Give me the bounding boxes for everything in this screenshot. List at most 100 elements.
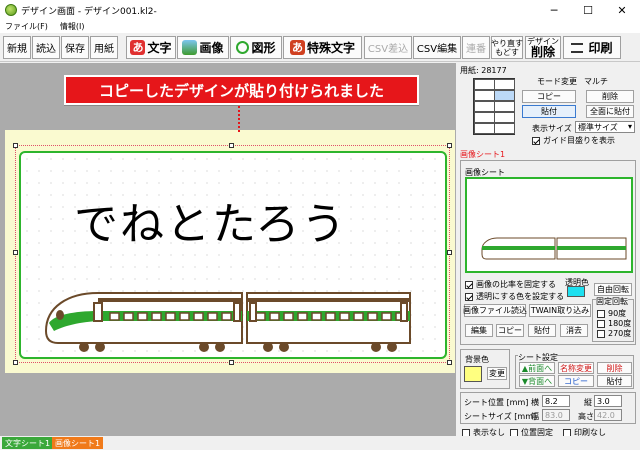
delete-sheet-button[interactable]: 削除 — [597, 362, 632, 374]
copy-sheet-button[interactable]: コピー — [558, 375, 594, 387]
resize-handle[interactable] — [447, 143, 452, 148]
menu-info[interactable]: 情報(I) — [60, 21, 85, 32]
menu-file[interactable]: ファイル(F) — [5, 21, 48, 32]
width-field[interactable]: 83.0 — [542, 409, 570, 421]
send-back-button[interactable]: ▼背面へ — [519, 375, 555, 387]
grid-cell[interactable] — [474, 90, 495, 101]
image-button[interactable]: 画像 — [177, 36, 229, 59]
train-preview — [481, 237, 627, 260]
grid-cell[interactable] — [494, 101, 515, 112]
delete-design-button[interactable]: デザイン 削除 — [525, 36, 561, 59]
show-guide-checkbox[interactable]: ガイド目盛りを表示 — [532, 135, 615, 146]
transparent-label: 透明にする色を設定する — [476, 292, 565, 301]
checkbox[interactable] — [597, 319, 605, 328]
sheet-tab-bar: 文字シート1 画像シート1 — [0, 436, 640, 450]
y-field[interactable]: 3.0 — [594, 395, 622, 407]
window-title: デザイン画面 - デザイン001.kl2- — [21, 6, 157, 17]
paste-image-button[interactable]: 貼付 — [528, 324, 556, 337]
fixed-rotate-label: 固定回転 — [596, 296, 628, 307]
resize-handle[interactable] — [447, 360, 452, 365]
special-text-icon: あ — [289, 40, 305, 55]
redo-undo-button[interactable]: やり直す もどす — [491, 36, 523, 59]
grid-cell[interactable] — [494, 79, 515, 90]
load-image-file-button[interactable]: 画像ファイル読込 — [463, 304, 527, 317]
resize-handle[interactable] — [13, 143, 18, 148]
layout-grid[interactable] — [473, 78, 515, 135]
resize-handle[interactable] — [447, 250, 452, 255]
paste-all-button[interactable]: 全面に貼付 — [586, 105, 634, 118]
grid-cell[interactable] — [474, 101, 495, 112]
text-button-label: 文字 — [147, 41, 172, 55]
twain-import-button[interactable]: TWAIN取り込み — [529, 304, 591, 317]
fix-ratio-checkbox[interactable]: 画像の比率を固定する — [465, 279, 556, 290]
paste-sheet-button[interactable]: 貼付 — [597, 375, 632, 387]
copy-button[interactable]: コピー — [522, 90, 576, 103]
checkbox-checked[interactable] — [465, 292, 473, 301]
bg-color-swatch[interactable] — [464, 366, 482, 382]
sheet-title: 画像シート1 — [460, 150, 506, 159]
open-button[interactable]: 読込 — [32, 36, 60, 59]
undo-label[interactable]: もどす — [495, 48, 519, 57]
grid-cell[interactable] — [474, 79, 495, 90]
csv-insert-button[interactable]: CSV差込 — [364, 36, 412, 59]
checkbox-checked[interactable] — [532, 136, 540, 145]
rotate-270-label: 270度 — [608, 329, 632, 338]
checkbox[interactable] — [597, 309, 605, 318]
app-icon — [5, 4, 17, 16]
new-button[interactable]: 新規 — [3, 36, 31, 59]
transparent-color-swatch[interactable] — [567, 286, 585, 297]
checkbox[interactable] — [597, 329, 605, 338]
resize-handle[interactable] — [13, 250, 18, 255]
edit-button[interactable]: 編集 — [465, 324, 493, 337]
toolbar: 新規 読込 保存 用紙 あ文字 画像 図形 あ特殊文字 CSV差込 CSV編集 … — [0, 33, 640, 62]
x-label: 横 — [531, 398, 539, 407]
change-bg-color-button[interactable]: 変更 — [487, 367, 507, 380]
erase-image-button[interactable]: 消去 — [560, 324, 588, 337]
close-button[interactable]: ✕ — [605, 0, 639, 20]
rotate-180-label: 180度 — [608, 319, 632, 328]
delete-button[interactable]: 削除 — [586, 90, 634, 103]
image-icon — [182, 40, 198, 55]
redo-label[interactable]: やり直す — [491, 39, 523, 48]
train-image[interactable] — [44, 285, 414, 357]
rename-button[interactable]: 名称変更 — [558, 362, 594, 374]
transparent-checkbox[interactable]: 透明にする色を設定する — [465, 291, 564, 302]
grid-cell[interactable] — [494, 123, 515, 134]
paper-button[interactable]: 用紙 — [90, 36, 118, 59]
save-button[interactable]: 保存 — [61, 36, 89, 59]
grid-cell[interactable] — [494, 112, 515, 123]
shape-button[interactable]: 図形 — [230, 36, 282, 59]
x-field[interactable]: 8.2 — [542, 395, 570, 407]
text-icon: あ — [130, 40, 146, 55]
height-field[interactable]: 42.0 — [594, 409, 622, 421]
serial-number-button[interactable]: 連番 — [462, 36, 490, 59]
paste-button[interactable]: 貼付 — [522, 105, 576, 118]
maximize-button[interactable]: ☐ — [571, 0, 605, 20]
resize-handle[interactable] — [13, 360, 18, 365]
display-size-select[interactable]: 標準サイズ — [575, 121, 635, 133]
free-rotate-button[interactable]: 自由回転 — [594, 283, 632, 296]
tab-text-sheet-1[interactable]: 文字シート1 — [2, 437, 54, 449]
title-bar: デザイン画面 - デザイン001.kl2- ─ ☐ ✕ — [0, 0, 640, 20]
text-button[interactable]: あ文字 — [126, 36, 176, 59]
minimize-button[interactable]: ─ — [537, 0, 571, 20]
bring-front-button[interactable]: ▲前面へ — [519, 362, 555, 374]
grid-cell-selected[interactable] — [494, 90, 515, 101]
csv-edit-button[interactable]: CSV編集 — [413, 36, 461, 59]
shape-button-label: 図形 — [251, 41, 276, 55]
height-label: 高さ — [578, 412, 594, 421]
resize-handle[interactable] — [229, 360, 234, 365]
copy-image-button[interactable]: コピー — [496, 324, 524, 337]
resize-handle[interactable] — [229, 143, 234, 148]
tab-image-sheet-1[interactable]: 画像シート1 — [52, 437, 104, 449]
special-text-label: 特殊文字 — [306, 41, 355, 55]
circle-icon — [236, 41, 250, 54]
grid-cell[interactable] — [474, 112, 495, 123]
rotate-270-checkbox[interactable]: 270度 — [597, 328, 631, 339]
card-text[interactable]: でねとたろう — [74, 188, 347, 252]
print-button[interactable]: 印刷 — [563, 36, 621, 59]
fix-ratio-label: 画像の比率を固定する — [476, 280, 556, 289]
grid-cell[interactable] — [474, 123, 495, 134]
special-text-button[interactable]: あ特殊文字 — [283, 36, 362, 59]
checkbox-checked[interactable] — [465, 280, 473, 289]
